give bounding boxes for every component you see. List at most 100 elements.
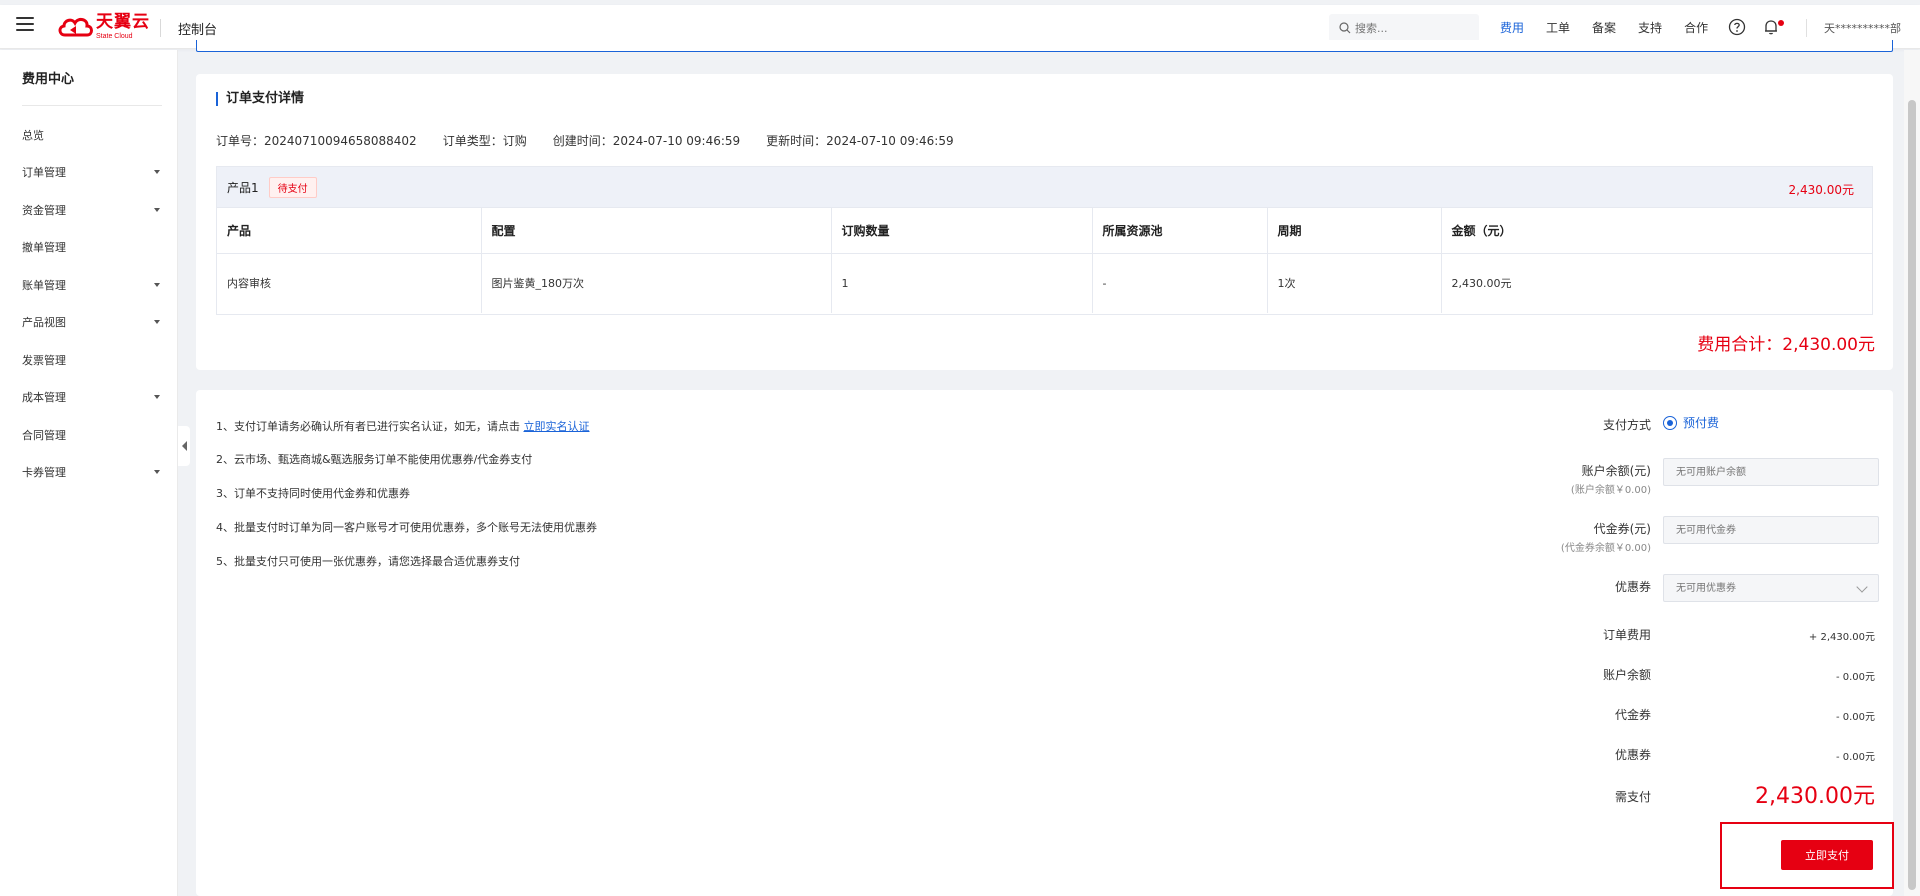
payment-card: 1、支付订单请务必确认所有者已进行实名认证，如无，请点击 立即实名认证 2、云市… — [196, 390, 1893, 896]
order-detail-card: 订单支付详情 订单号：20240710094658088402 订单类型：订购 … — [196, 74, 1893, 370]
balance-input[interactable] — [1663, 458, 1879, 486]
scrollbar[interactable] — [1904, 50, 1920, 896]
sidebar-item-overview[interactable]: 总览 — [22, 127, 162, 143]
sidebar-item-product-view[interactable]: 产品视图 — [22, 314, 162, 330]
order-meta: 订单号：20240710094658088402 订单类型：订购 创建时间：20… — [216, 132, 980, 149]
sidebar-item-label: 订单管理 — [22, 166, 66, 179]
logo-text-cn: 天翼云 — [96, 12, 150, 32]
table-header-row: 产品 配置 订购数量 所属资源池 周期 金额（元） — [217, 208, 1872, 254]
balance-sub: (账户余额￥0.00) — [1570, 485, 1651, 496]
status-badge: 待支付 — [268, 176, 317, 198]
column-header: 所属资源池 — [1092, 208, 1268, 254]
sidebar-item-bills[interactable]: 账单管理 — [22, 277, 162, 293]
sidebar-item-label: 撤单管理 — [22, 241, 66, 254]
voucher-input[interactable] — [1663, 516, 1879, 544]
nav-filing[interactable]: 备案 — [1592, 19, 1616, 36]
search-box[interactable] — [1329, 14, 1479, 42]
divider — [1806, 19, 1807, 37]
real-name-auth-link[interactable]: 立即实名认证 — [524, 420, 590, 433]
divider — [22, 105, 162, 106]
product-name: 产品1 — [227, 180, 259, 195]
notice-item: 4、批量支付时订单为同一客户账号才可使用优惠券，多个账号无法使用优惠券 — [216, 521, 597, 534]
sidebar-item-label: 资金管理 — [22, 204, 66, 217]
cell-amount: 2,430.00元 — [1451, 277, 1512, 291]
product-header: 产品1 待支付 2,430.00元 — [217, 167, 1872, 208]
notice-text: 1、支付订单请务必确认所有者已进行实名认证，如无，请点击 — [216, 420, 520, 433]
help-icon[interactable] — [1728, 18, 1746, 36]
cell-product: 内容审核 — [217, 253, 482, 313]
cell-quantity: 1 — [831, 253, 1093, 313]
user-account[interactable]: 天**********部 — [1824, 20, 1901, 36]
order-fee-value: + 2,430.00元 — [1808, 632, 1875, 643]
coupon-deduct-value: - 0.00元 — [1835, 752, 1875, 763]
console-link[interactable]: 控制台 — [178, 19, 217, 38]
caret-down-icon — [154, 283, 160, 287]
column-header: 配置 — [481, 208, 832, 254]
sidebar-item-funds[interactable]: 资金管理 — [22, 202, 162, 218]
voucher-sub: (代金券余额￥0.00) — [1560, 543, 1651, 554]
sidebar-item-contracts[interactable]: 合同管理 — [22, 427, 162, 443]
divider — [160, 19, 161, 37]
balance-label: 账户余额(元) — [1581, 464, 1651, 478]
section-title: 订单支付详情 — [216, 92, 304, 106]
payment-panel: 支付方式 预付费 账户余额(元) (账户余额￥0.00) 代金券(元) (代金券… — [1536, 390, 1893, 896]
need-pay-value: 2,430.00元 — [1755, 784, 1875, 809]
notification-dot — [1778, 20, 1784, 26]
balance-deduct-value: - 0.00元 — [1835, 672, 1875, 683]
updated-time: 更新时间：2024-07-10 09:46:59 — [766, 134, 954, 148]
highlight-annotation — [1720, 822, 1894, 889]
nav-fee[interactable]: 费用 — [1500, 19, 1524, 36]
radio-label: 预付费 — [1683, 416, 1720, 430]
coupon-select[interactable] — [1663, 574, 1879, 602]
payment-method-prepaid[interactable]: 预付费 — [1663, 414, 1719, 431]
table-row: 内容审核 图片鉴黄_180万次 1 - 1次 2,430.00元 — [217, 253, 1872, 313]
payment-method-label: 支付方式 — [1602, 418, 1651, 432]
cell-period: 1次 — [1267, 253, 1442, 313]
radio-button[interactable] — [1663, 415, 1677, 430]
column-header: 订购数量 — [831, 208, 1093, 254]
caret-down-icon — [154, 170, 160, 174]
notice-item: 2、云市场、甄选商城&甄选服务订单不能使用优惠券/代金券支付 — [216, 453, 533, 466]
sidebar-item-costs[interactable]: 成本管理 — [22, 389, 162, 405]
search-icon — [1339, 22, 1351, 34]
order-items-table: 产品 配置 订购数量 所属资源池 周期 金额（元） 内容审核 图片鉴黄_180万… — [217, 208, 1872, 313]
sidebar-title: 费用中心 — [22, 72, 75, 87]
sidebar-item-label: 总览 — [22, 129, 44, 142]
voucher-deduct-label: 代金券 — [1614, 708, 1651, 722]
coupon-deduct-label: 优惠券 — [1614, 748, 1651, 762]
caret-down-icon — [154, 320, 160, 324]
sidebar-item-label: 产品视图 — [22, 316, 66, 329]
logo[interactable]: 天翼云 State Cloud — [56, 13, 150, 41]
coupon-label: 优惠券 — [1614, 580, 1651, 594]
cell-resource-pool: - — [1092, 253, 1268, 313]
sidebar-item-label: 成本管理 — [22, 391, 66, 404]
search-input[interactable] — [1355, 21, 1475, 35]
bell-icon[interactable] — [1762, 18, 1780, 36]
column-header: 周期 — [1267, 208, 1442, 254]
nav-support[interactable]: 支持 — [1638, 19, 1662, 36]
product-block: 产品1 待支付 2,430.00元 产品 配置 订购数量 所属资源池 周期 金额… — [216, 166, 1873, 315]
notice-item: 3、订单不支持同时使用代金券和优惠券 — [216, 487, 410, 500]
sidebar-item-invoices[interactable]: 发票管理 — [22, 352, 162, 368]
sidebar-item-orders[interactable]: 订单管理 — [22, 164, 162, 180]
product-amount: 2,430.00元 — [1788, 183, 1854, 197]
sidebar-item-cancellations[interactable]: 撤单管理 — [22, 239, 162, 255]
nav-cooperation[interactable]: 合作 — [1684, 19, 1708, 36]
caret-down-icon — [154, 470, 160, 474]
top-nav-links: 费用 工单 备案 支持 合作 — [1500, 19, 1730, 36]
voucher-label: 代金券(元) — [1593, 522, 1651, 536]
menu-icon[interactable] — [16, 17, 34, 31]
sidebar-item-cards[interactable]: 卡券管理 — [22, 464, 162, 480]
chevron-left-icon — [181, 441, 187, 451]
nav-ticket[interactable]: 工单 — [1546, 19, 1570, 36]
order-type: 订单类型：订购 — [442, 134, 527, 148]
cell-config: 图片鉴黄_180万次 — [481, 253, 832, 313]
column-header: 产品 — [217, 208, 482, 254]
fee-total: 费用合计：2,430.00元 — [1697, 335, 1875, 355]
notice-item: 1、支付订单请务必确认所有者已进行实名认证，如无，请点击 立即实名认证 — [216, 418, 590, 434]
sidebar-item-label: 卡券管理 — [22, 466, 66, 479]
sidebar-collapse-handle[interactable] — [178, 426, 190, 466]
column-header: 金额（元） — [1441, 208, 1872, 254]
scrollbar-thumb[interactable] — [1908, 100, 1916, 890]
sidebar-item-label: 合同管理 — [22, 429, 66, 442]
